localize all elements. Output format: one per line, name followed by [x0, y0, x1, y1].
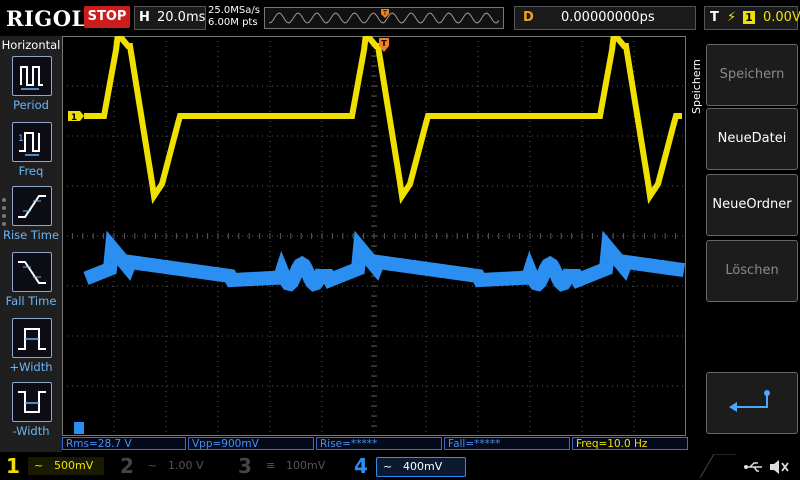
sound-muted-icon[interactable] [768, 458, 790, 476]
fall-time-icon [12, 252, 52, 292]
channel-4-scale: 400mV [403, 460, 443, 473]
negative-width-icon [12, 382, 52, 422]
bottom-bar-separator [700, 454, 736, 478]
channel-2-number: 2 [120, 454, 134, 478]
freq-label: Freq [18, 164, 44, 178]
panel-title: Horizontal [1, 38, 61, 52]
measure-fall-time-item[interactable]: Fall Time [0, 252, 62, 312]
channel-2-settings: ~ 1.00 V [142, 457, 222, 475]
positive-width-label: +Width [9, 360, 53, 374]
trigger-key: T [710, 10, 719, 25]
timebase-value: 20.0ms [157, 10, 206, 25]
measure-rise[interactable]: Rise=***** [316, 437, 442, 450]
ch1-marker-label: 1 [71, 113, 77, 123]
fall-time-label: Fall Time [5, 294, 57, 308]
channel-3-tab[interactable]: 3 ≡ 100mV [234, 454, 344, 478]
rise-time-icon [12, 186, 52, 226]
measure-positive-width-item[interactable]: +Width [0, 318, 62, 378]
frequency-icon: 1 [12, 122, 52, 162]
measure-period-item[interactable]: Period [0, 56, 62, 116]
trigger-marker-label: T [381, 39, 387, 48]
waveform-grid-svg: 1 T [61, 26, 687, 437]
menu-title-text: Speichern [690, 59, 703, 114]
positive-width-icon [12, 318, 52, 358]
new-file-button[interactable]: NeueDatei [706, 108, 798, 170]
timeline-trigger-label: T [382, 9, 388, 17]
ac-coupling-icon: ~ [34, 459, 44, 472]
measure-negative-width-item[interactable]: -Width [0, 382, 62, 442]
usb-icon [744, 462, 762, 472]
save-button[interactable]: Speichern [706, 44, 798, 106]
run-stop-indicator[interactable]: STOP [84, 6, 130, 28]
measure-vpp[interactable]: Vpp=900mV [188, 437, 314, 450]
channel-1-scale: 500mV [54, 459, 94, 472]
ac-coupling-icon: ~ [148, 459, 158, 472]
ch1-waveform [84, 26, 682, 205]
delay-key: D [523, 10, 534, 25]
memory-depth: 6.00M pts [208, 17, 258, 28]
memory-waveform-preview: T [268, 9, 500, 24]
horizontal-measure-panel: Horizontal Period 1 Freq Rise Time Fall … [0, 36, 62, 456]
channel-3-settings: ≡ 100mV [260, 457, 340, 475]
new-folder-button[interactable]: NeueOrdner [706, 174, 798, 236]
delete-button[interactable]: Löschen [706, 240, 798, 302]
enter-button[interactable] [706, 372, 798, 434]
measure-freq[interactable]: Freq=10.0 Hz [572, 437, 688, 450]
sample-rate: 25.0MSa/s [208, 5, 260, 16]
trigger-source-badge: 1 [743, 11, 755, 24]
channel-4-settings: ~ 400mV [376, 457, 466, 477]
menu-title: Speichern [688, 44, 704, 114]
measure-rise-time-item[interactable]: Rise Time [0, 186, 62, 246]
svg-text:1: 1 [18, 134, 24, 144]
trigger-level: 0.00V [763, 10, 800, 25]
negative-width-label: -Width [12, 424, 50, 438]
channel-3-number: 3 [238, 454, 252, 478]
channel-1-tab[interactable]: 1 ~ 500mV [2, 454, 108, 478]
trigger-box[interactable]: T ⚡ 1 0.00V [704, 6, 800, 30]
dc-coupling-icon: ≡ [266, 459, 276, 472]
ch4-ground-marker[interactable] [74, 422, 84, 434]
channel-4-tab[interactable]: 4 ~ 400mV [350, 454, 468, 478]
ch4-waveform [83, 230, 686, 292]
rise-time-label: Rise Time [2, 228, 60, 242]
waveform-display[interactable]: 1 T [61, 26, 687, 437]
measure-rms[interactable]: Rms=28.7 V [62, 437, 186, 450]
rigol-logo: RIGOL [6, 6, 87, 31]
channel-3-scale: 100mV [286, 459, 326, 472]
top-status-bar: RIGOL STOP H 20.0ms 25.0MSa/s 6.00M pts … [0, 0, 800, 36]
delay-value: 0.00000000ps [561, 10, 655, 25]
acquisition-info: 25.0MSa/s 6.00M pts [208, 5, 260, 29]
measure-fall[interactable]: Fall=***** [444, 437, 570, 450]
measure-freq-item[interactable]: 1 Freq [0, 122, 62, 182]
timebase-box[interactable]: H 20.0ms [134, 6, 206, 30]
memory-timeline[interactable]: T [264, 7, 504, 29]
horizontal-key: H [139, 10, 150, 25]
ch1-ground-marker[interactable]: 1 [68, 111, 84, 123]
channel-2-tab[interactable]: 2 ~ 1.00 V [116, 454, 226, 478]
ac-coupling-icon: ~ [383, 460, 393, 473]
grid-lines [61, 35, 687, 437]
enter-arrow-icon [729, 390, 770, 412]
period-label: Period [13, 98, 49, 112]
channel-bar: 1 ~ 500mV 2 ~ 1.00 V 3 ≡ 100mV 4 ~ 400mV [0, 452, 800, 480]
delay-box[interactable]: D 0.00000000ps [514, 6, 696, 30]
measurement-results: Rms=28.7 V Vpp=900mV Rise=***** Fall=***… [62, 437, 688, 451]
channel-2-scale: 1.00 V [168, 459, 204, 472]
period-icon [12, 56, 52, 96]
channel-4-number: 4 [354, 454, 368, 478]
trigger-edge-icon: ⚡ [727, 10, 737, 25]
channel-1-settings: ~ 500mV [28, 457, 104, 475]
channel-1-number: 1 [6, 454, 20, 478]
